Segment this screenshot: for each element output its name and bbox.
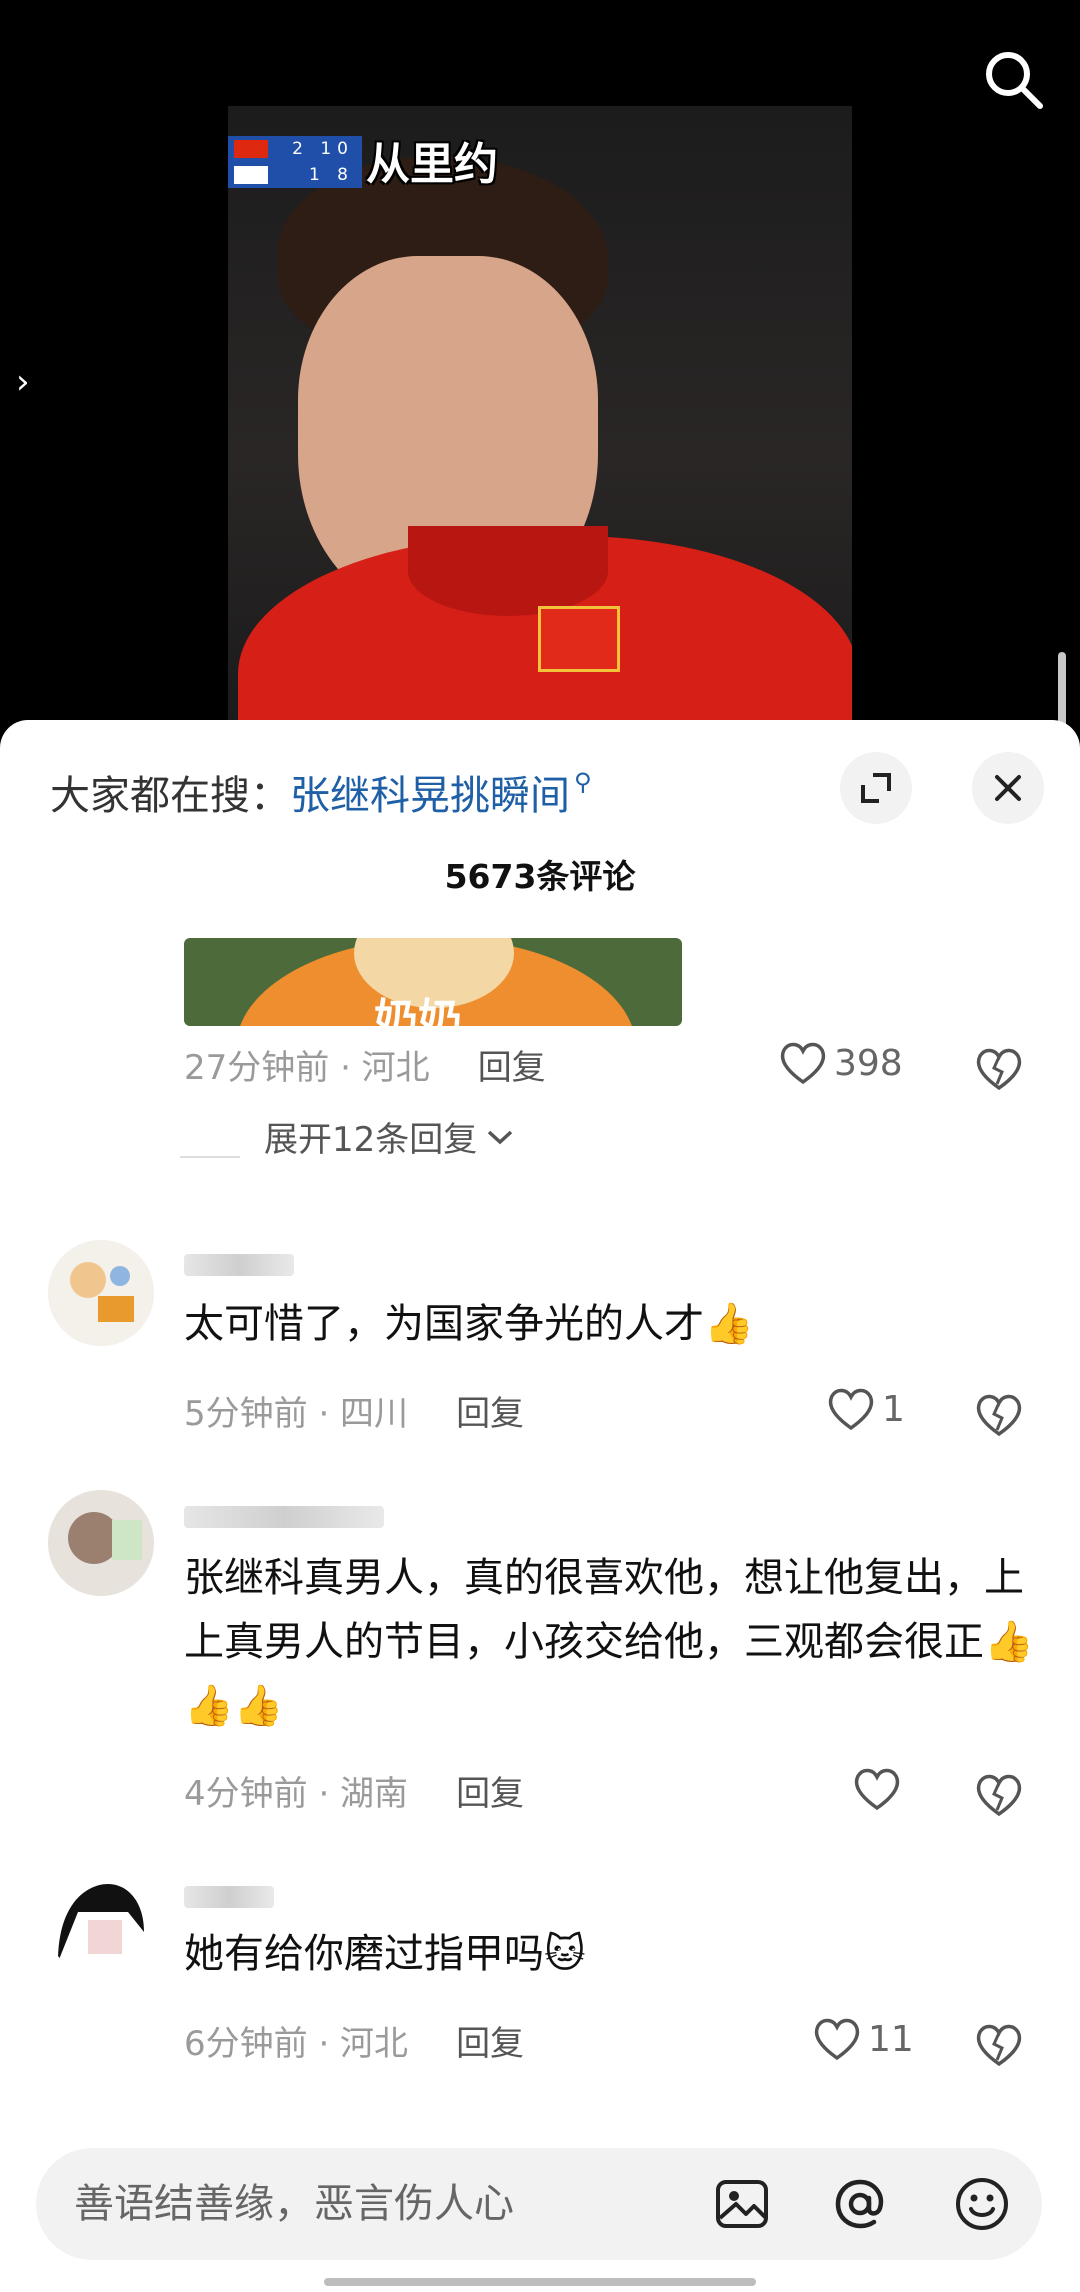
image-icon[interactable] [714, 2176, 770, 2232]
heart-icon [814, 2018, 860, 2061]
dislike-icon[interactable] [974, 1770, 1024, 1820]
comment-time-location: 6分钟前 · 河北 [184, 2024, 409, 2064]
comment-time-location: 5分钟前 · 四川 [184, 1394, 409, 1434]
search-small-icon: ⚲ [574, 768, 592, 796]
avatar[interactable] [48, 1490, 154, 1596]
like-button[interactable] [852, 1766, 908, 1812]
player-collar [408, 526, 608, 616]
thumbs-up-emoji: 👍 [184, 1683, 234, 1729]
expand-icon [861, 773, 891, 803]
china-flag-icon [234, 140, 268, 158]
dislike-icon[interactable] [974, 1390, 1024, 1440]
comment-text: 张继科真男人，真的很喜欢他，想让他复出，上上真男人的节目，小孩交给他，三观都会很… [184, 1555, 1034, 1729]
cat-emoji: 🐱 [544, 1931, 586, 1977]
like-count: 1 [882, 1388, 905, 1430]
comment-input[interactable]: 善语结善缘，恶言伤人心 [74, 2148, 514, 2260]
comment-time-location: 27分钟前 · 河北 [184, 1048, 430, 1088]
heart-icon [780, 1042, 826, 1085]
thumbs-up-emoji: 👍 [704, 1301, 754, 1347]
like-button[interactable]: 11 [812, 2016, 914, 2062]
video-frame [228, 106, 852, 730]
score-sets: 1 [308, 165, 326, 185]
score-sets: 2 [292, 139, 309, 159]
username[interactable] [184, 1506, 384, 1528]
like-count: 398 [834, 1042, 903, 1084]
comment-count: 5673条评论 [444, 857, 636, 896]
avatar[interactable] [48, 1872, 154, 1978]
expand-button[interactable] [840, 752, 912, 824]
reply-button[interactable]: 回复 [456, 1766, 524, 1815]
shirt-flag-badge [538, 606, 620, 672]
like-button[interactable]: 398 [778, 1040, 903, 1086]
score-points: 8 [337, 165, 354, 185]
like-button[interactable]: 1 [826, 1386, 905, 1432]
comment-text: 她有给你磨过指甲吗🐱 [184, 1931, 586, 1977]
avatar[interactable] [48, 1240, 154, 1346]
score-row: 2 10 [228, 136, 362, 162]
video-caption: 从里约 [366, 139, 498, 190]
divider [180, 1156, 240, 1158]
comment-image[interactable]: 奶奶 [184, 938, 682, 1026]
scoreboard: 2 10 1 8 [228, 136, 362, 188]
home-indicator[interactable] [324, 2278, 756, 2286]
hot-search-bar[interactable]: 大家都在搜： 张继科晃挑瞬间 ⚲ [50, 762, 592, 822]
korea-flag-icon [234, 166, 268, 184]
score-row: 1 8 [228, 162, 362, 188]
comment-meta: 27分钟前 · 河北 回复 [184, 1040, 546, 1089]
expand-replies-label: 展开12条回复 [264, 1120, 478, 1160]
comment-input-bar[interactable]: 善语结善缘，恶言伤人心 [36, 2148, 1042, 2260]
like-count: 11 [868, 2018, 914, 2060]
comment-meta: 5分钟前 · 四川 回复 [184, 1386, 524, 1435]
chevron-down-icon [488, 1130, 513, 1144]
mention-icon[interactable] [832, 2176, 888, 2232]
comment-time-location: 4分钟前 · 湖南 [184, 1774, 409, 1814]
expand-replies-button[interactable]: 展开12条回复 [264, 1112, 517, 1161]
search-icon [986, 52, 1043, 109]
score-points: 10 [320, 139, 354, 159]
side-panel-arrow-icon[interactable]: › [16, 362, 42, 402]
hot-search-term[interactable]: 张继科晃挑瞬间 [290, 763, 570, 821]
comment-text: 太可惜了，为国家争光的人才👍 [184, 1301, 754, 1347]
close-button[interactable] [972, 752, 1044, 824]
heart-icon [828, 1388, 874, 1431]
reply-button[interactable]: 回复 [456, 2016, 524, 2065]
comments-sheet: 大家都在搜： 张继科晃挑瞬间 ⚲ 5673条评论 奶奶 27分钟前 · 河北 回… [0, 720, 1080, 2292]
search-button[interactable] [978, 44, 1050, 116]
emoji-icon[interactable] [954, 2176, 1010, 2232]
reply-button[interactable]: 回复 [456, 1386, 524, 1435]
comment-meta: 6分钟前 · 河北 回复 [184, 2016, 524, 2065]
username[interactable] [184, 1886, 274, 1908]
comment-meta: 4分钟前 · 湖南 回复 [184, 1766, 524, 1815]
thumbs-up-emoji: 👍 [984, 1619, 1034, 1665]
comment-image-text: 奶奶 [374, 995, 462, 1026]
hot-search-label: 大家都在搜： [50, 773, 290, 819]
close-icon [995, 775, 1021, 801]
thumbs-up-emoji: 👍 [233, 1683, 284, 1729]
reply-button[interactable]: 回复 [478, 1040, 546, 1089]
video-player[interactable]: 2 10 1 8 从里约 › [0, 0, 1080, 730]
dislike-icon[interactable] [974, 1044, 1024, 1094]
username[interactable] [184, 1254, 294, 1276]
dislike-icon[interactable] [974, 2020, 1024, 2070]
heart-icon [854, 1768, 900, 1811]
